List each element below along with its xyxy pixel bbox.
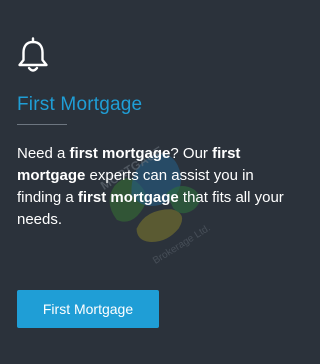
- title-divider: [17, 124, 67, 125]
- description-text: Need a: [17, 145, 70, 162]
- description-keyword: first mortgage: [69, 145, 171, 162]
- description-text: ? Our: [170, 145, 213, 162]
- card-description: Need a first mortgage? Our first mortgag…: [17, 143, 299, 231]
- bell-icon: [18, 37, 48, 72]
- first-mortgage-card: MORTGAGE Brokerage Ltd. First Mortgage N…: [0, 0, 308, 364]
- description-keyword: first mortgage: [77, 189, 179, 206]
- first-mortgage-button[interactable]: First Mortgage: [17, 290, 159, 328]
- card-title: First Mortgage: [17, 94, 143, 115]
